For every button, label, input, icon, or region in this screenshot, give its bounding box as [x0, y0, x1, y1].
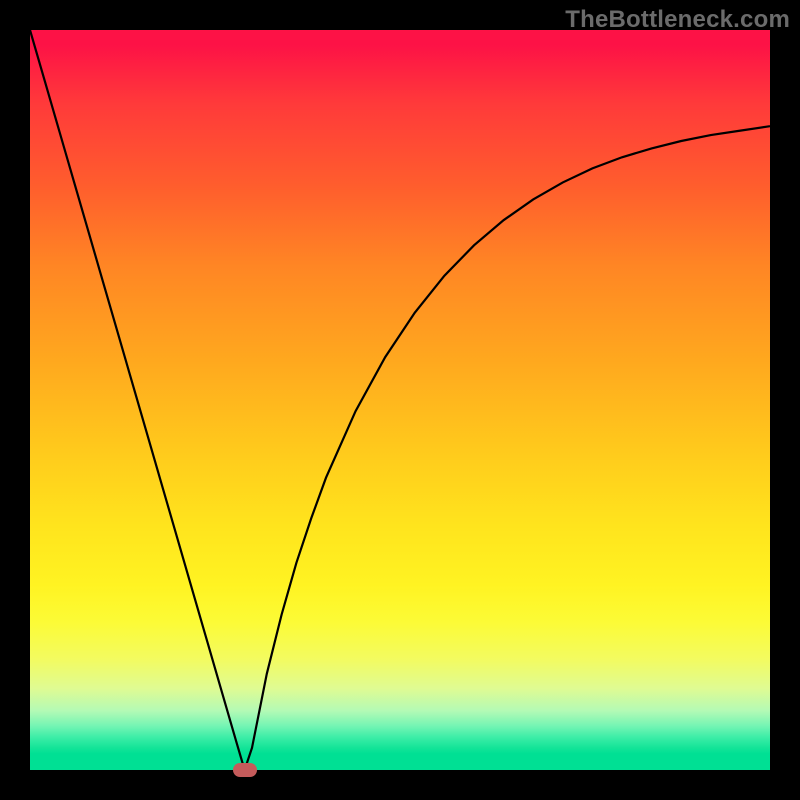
- plot-area: [30, 30, 770, 770]
- bottleneck-curve: [30, 30, 770, 770]
- watermark-text: TheBottleneck.com: [565, 6, 790, 34]
- optimum-marker: [233, 763, 257, 777]
